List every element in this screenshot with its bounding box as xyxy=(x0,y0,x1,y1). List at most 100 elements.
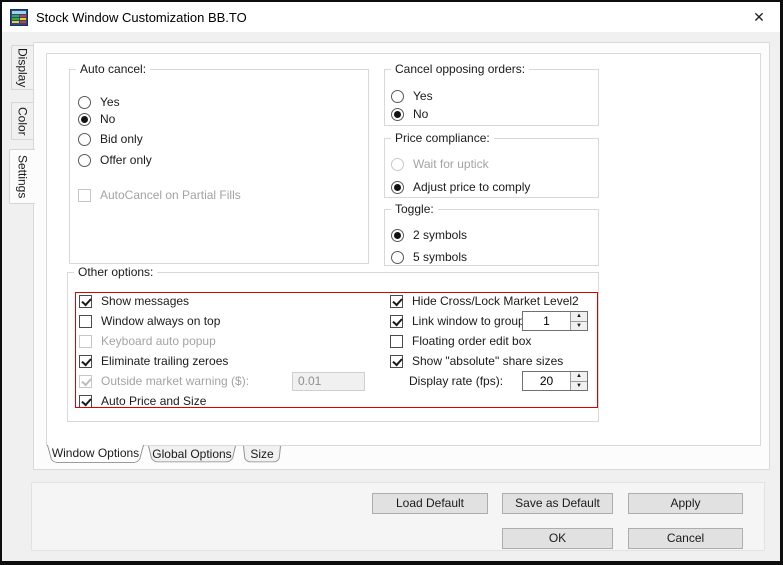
checkbox-label: Hide Cross/Lock Market Level2 xyxy=(412,293,579,308)
group-price-compliance-label: Price compliance: xyxy=(391,131,494,145)
radio-label: Yes xyxy=(100,94,120,109)
radio-label: No xyxy=(413,106,429,121)
tab-window-options[interactable]: Window Options xyxy=(47,445,144,465)
radio-icon[interactable] xyxy=(78,132,91,146)
spinner-up-icon[interactable]: ▲ xyxy=(571,372,587,382)
checkbox-window-always-on-top[interactable]: Window always on top xyxy=(79,313,220,329)
tab-color[interactable]: Color xyxy=(11,102,33,140)
display-rate-spinner[interactable]: 20 ▲ ▼ xyxy=(522,371,588,391)
display-rate-label: Display rate (fps): xyxy=(409,373,504,388)
radio-adjust-price[interactable]: Adjust price to comply xyxy=(391,179,530,195)
checkbox-icon[interactable] xyxy=(79,314,92,328)
spinner-down-icon[interactable]: ▼ xyxy=(571,321,587,330)
radio-opposing-yes[interactable]: Yes xyxy=(391,88,433,104)
radio-auto-cancel-offer-only[interactable]: Offer only xyxy=(78,152,152,168)
checkbox-eliminate-trailing-zeroes[interactable]: Eliminate trailing zeroes xyxy=(79,353,228,369)
checkbox-icon-checked[interactable] xyxy=(390,294,403,308)
checkbox-label: Floating order edit box xyxy=(412,333,532,348)
radio-5-symbols[interactable]: 5 symbols xyxy=(391,249,467,265)
tab-display[interactable]: Display xyxy=(11,45,33,90)
radio-icon-selected[interactable] xyxy=(391,107,404,121)
radio-2-symbols[interactable]: 2 symbols xyxy=(391,227,467,243)
group-other-options-label: Other options: xyxy=(74,265,158,279)
checkbox-autocancel-partial-fills: AutoCancel on Partial Fills xyxy=(78,187,241,203)
radio-icon[interactable] xyxy=(78,153,91,167)
checkbox-floating-order-edit-box[interactable]: Floating order edit box xyxy=(390,333,531,349)
tab-global-options[interactable]: Global Options xyxy=(148,446,236,464)
radio-label: Bid only xyxy=(100,131,143,146)
save-as-default-button[interactable]: Save as Default xyxy=(502,493,613,514)
display-rate-spinner-value[interactable]: 20 xyxy=(523,372,570,390)
checkbox-auto-price-and-size[interactable]: Auto Price and Size xyxy=(79,393,206,409)
ok-button[interactable]: OK xyxy=(502,528,613,549)
tab-global-options-label: Global Options xyxy=(152,447,232,461)
checkbox-label: Show messages xyxy=(101,293,190,308)
app-grid-icon xyxy=(10,8,28,26)
radio-label: 2 symbols xyxy=(413,227,468,242)
radio-wait-for-uptick: Wait for uptick xyxy=(391,156,489,172)
radio-auto-cancel-no[interactable]: No xyxy=(78,111,115,127)
checkbox-icon-checked[interactable] xyxy=(390,314,403,328)
dialog-window: Stock Window Customization BB.TO ✕ Displ… xyxy=(0,0,783,565)
radio-label: No xyxy=(100,111,116,126)
radio-label: Offer only xyxy=(100,152,152,167)
radio-icon-disabled xyxy=(391,157,404,171)
checkbox-label: Outside market warning ($): xyxy=(101,373,250,388)
checkbox-icon-checked[interactable] xyxy=(79,354,92,368)
group-auto-cancel: Auto cancel: Yes No Bid only Offer only … xyxy=(69,62,369,264)
radio-icon-selected[interactable] xyxy=(391,180,404,194)
radio-label: Yes xyxy=(413,88,433,103)
group-toggle: Toggle: 2 symbols 5 symbols xyxy=(384,202,599,266)
tab-settings-label: Settings xyxy=(15,154,30,199)
spinner-buttons[interactable]: ▲ ▼ xyxy=(570,372,587,390)
spinner-buttons[interactable]: ▲ ▼ xyxy=(570,312,587,330)
tab-size[interactable]: Size xyxy=(243,446,281,464)
load-default-button[interactable]: Load Default xyxy=(372,493,488,514)
outside-market-warning-field: 0.01 xyxy=(292,372,365,391)
radio-icon[interactable] xyxy=(78,95,91,109)
window-options-pane: Auto cancel: Yes No Bid only Offer only … xyxy=(46,53,761,446)
radio-icon-selected[interactable] xyxy=(391,228,404,242)
radio-icon[interactable] xyxy=(391,250,404,264)
checkbox-show-absolute-share-sizes[interactable]: Show "absolute" share sizes xyxy=(390,353,563,369)
checkbox-link-window-to-group[interactable]: Link window to group: xyxy=(390,313,528,329)
radio-label: Adjust price to comply xyxy=(413,179,531,194)
radio-opposing-no[interactable]: No xyxy=(391,106,428,122)
checkbox-icon[interactable] xyxy=(390,334,403,348)
tab-display-label: Display xyxy=(15,47,30,88)
group-other-options: Other options: Show messages Window alwa… xyxy=(67,265,599,422)
radio-auto-cancel-yes[interactable]: Yes xyxy=(78,94,120,110)
close-icon[interactable]: ✕ xyxy=(750,8,768,26)
checkbox-hide-cross-lock-level2[interactable]: Hide Cross/Lock Market Level2 xyxy=(390,293,579,309)
tab-settings[interactable]: Settings xyxy=(9,149,35,204)
window-title: Stock Window Customization BB.TO xyxy=(36,9,247,25)
tab-window-options-label: Window Options xyxy=(51,446,140,460)
checkbox-label: Window always on top xyxy=(101,313,221,328)
spinner-up-icon[interactable]: ▲ xyxy=(571,312,587,322)
tab-color-label: Color xyxy=(15,106,30,136)
checkbox-icon-disabled-checked xyxy=(79,374,92,388)
checkbox-label: AutoCancel on Partial Fills xyxy=(100,187,241,202)
apply-button[interactable]: Apply xyxy=(628,493,743,514)
tab-size-label: Size xyxy=(250,447,274,461)
link-group-spinner[interactable]: 1 ▲ ▼ xyxy=(522,311,588,331)
cancel-button[interactable]: Cancel xyxy=(628,528,743,549)
radio-label: Wait for uptick xyxy=(413,156,489,171)
group-cancel-opposing: Cancel opposing orders: Yes No xyxy=(384,62,599,126)
checkbox-icon-checked[interactable] xyxy=(79,294,92,308)
radio-auto-cancel-bid-only[interactable]: Bid only xyxy=(78,131,143,147)
checkbox-icon-checked[interactable] xyxy=(79,394,92,408)
radio-icon[interactable] xyxy=(391,89,404,103)
checkbox-label: Keyboard auto popup xyxy=(101,333,216,348)
group-price-compliance: Price compliance: Wait for uptick Adjust… xyxy=(384,131,599,198)
spinner-down-icon[interactable]: ▼ xyxy=(571,381,587,390)
radio-icon-selected[interactable] xyxy=(78,112,91,126)
group-cancel-opposing-label: Cancel opposing orders: xyxy=(391,62,530,76)
link-group-spinner-value[interactable]: 1 xyxy=(523,312,570,330)
checkbox-icon-checked[interactable] xyxy=(390,354,403,368)
checkbox-show-messages[interactable]: Show messages xyxy=(79,293,189,309)
titlebar: Stock Window Customization BB.TO ✕ xyxy=(2,2,780,32)
radio-label: 5 symbols xyxy=(413,249,468,264)
display-rate-row: Display rate (fps): xyxy=(409,373,503,389)
checkbox-icon xyxy=(78,188,91,202)
